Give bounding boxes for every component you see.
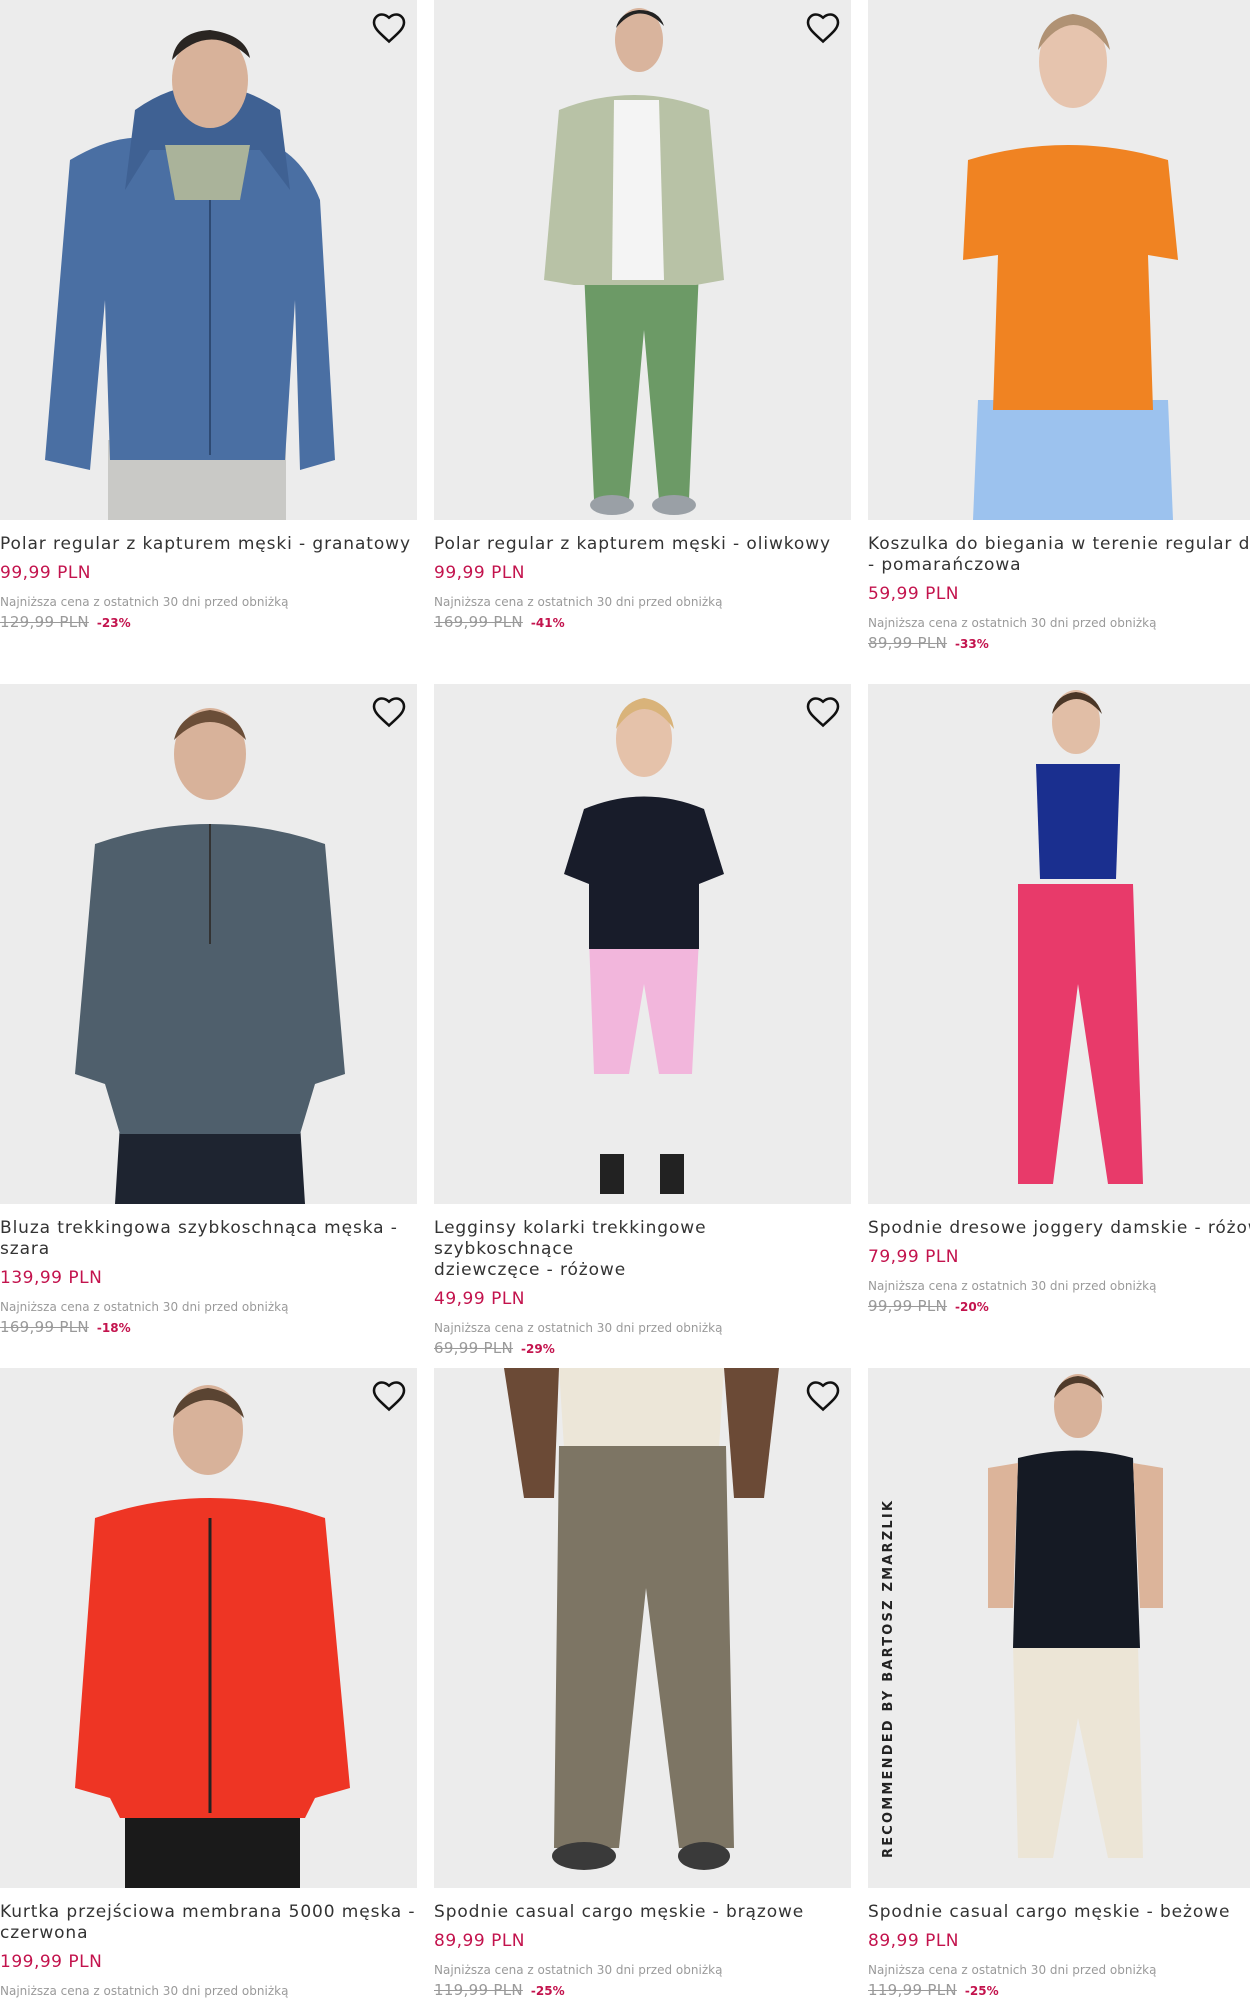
product-image[interactable] [434,1368,851,1888]
discount-badge: -23% [96,616,131,630]
product-title[interactable]: Spodnie dresowe joggery damskie - różowe [868,1218,1250,1239]
lowest-price-note: Najniższa cena z ostatnich 30 dni przed … [0,1984,289,1998]
discount-badge: -29% [521,1342,555,1356]
old-price: 99,99 PLN [868,1297,948,1315]
product-card[interactable]: Spodnie dresowe joggery damskie - różowe… [868,684,1250,1315]
lowest-price-note: Najniższa cena z ostatnich 30 dni przed … [868,1279,1157,1293]
product-image[interactable] [0,1368,417,1888]
product-card[interactable]: RECOMMENDED BY BARTOSZ ZMARZLIK Spodnie … [868,1368,1250,1999]
lowest-price-note: Najniższa cena z ostatnich 30 dni przed … [434,1321,723,1335]
product-price: 99,99 PLN [434,563,526,583]
product-card[interactable]: Spodnie casual cargo męskie - brązowe 89… [434,1368,851,1999]
heart-icon[interactable] [371,694,407,730]
product-title[interactable]: Polar regular z kapturem męski - oliwkow… [434,534,851,555]
recommended-label: RECOMMENDED BY BARTOSZ ZMARZLIK [881,1498,896,1858]
lowest-price-note: Najniższa cena z ostatnich 30 dni przed … [0,1300,289,1314]
lowest-price-note: Najniższa cena z ostatnich 30 dni przed … [434,595,723,609]
product-image[interactable] [868,684,1250,1204]
product-image[interactable] [434,0,851,520]
product-image[interactable] [868,0,1250,520]
product-card[interactable]: Koszulka do biegania w terenie regular d… [868,0,1250,652]
product-price: 199,99 PLN [0,1952,103,1972]
lowest-price-note: Najniższa cena z ostatnich 30 dni przed … [434,1963,723,1977]
product-card[interactable]: Polar regular z kapturem męski - oliwkow… [434,0,851,631]
product-image[interactable]: RECOMMENDED BY BARTOSZ ZMARZLIK [868,1368,1250,1888]
product-price: 99,99 PLN [0,563,92,583]
heart-icon[interactable] [805,10,841,46]
old-price: 69,99 PLN [434,1339,514,1357]
product-grid: Polar regular z kapturem męski - granato… [0,0,1250,2014]
product-title[interactable]: Spodnie casual cargo męskie - brązowe [434,1902,851,1923]
product-card[interactable]: Legginsy kolarki trekkingowe szybkoschną… [434,684,851,1357]
discount-badge: -41% [530,616,565,630]
lowest-price-note: Najniższa cena z ostatnich 30 dni przed … [0,595,289,609]
product-image[interactable] [434,684,851,1204]
old-price: 89,99 PLN [868,634,948,652]
product-image[interactable] [0,0,417,520]
product-title[interactable]: Legginsy kolarki trekkingowe szybkoschną… [434,1218,851,1281]
discount-badge: -20% [955,1300,989,1314]
product-title[interactable]: Bluza trekkingowa szybkoschnąca męska - … [0,1218,417,1260]
product-price: 89,99 PLN [434,1931,526,1951]
product-price: 89,99 PLN [868,1931,960,1951]
heart-icon[interactable] [371,1378,407,1414]
product-title[interactable]: Kurtka przejściowa membrana 5000 męska -… [0,1902,417,1944]
old-price: 169,99 PLN [434,613,523,631]
product-title[interactable]: Koszulka do biegania w terenie regular d… [868,534,1250,576]
product-price: 139,99 PLN [0,1268,103,1288]
lowest-price-note: Najniższa cena z ostatnich 30 dni przed … [868,1963,1157,1977]
discount-badge: -33% [955,637,989,651]
old-price: 119,99 PLN [868,1981,957,1999]
product-title[interactable]: Polar regular z kapturem męski - granato… [0,534,417,555]
old-price: 129,99 PLN [0,613,89,631]
heart-icon[interactable] [805,694,841,730]
lowest-price-note: Najniższa cena z ostatnich 30 dni przed … [868,616,1157,630]
product-price: 49,99 PLN [434,1289,526,1309]
discount-badge: -18% [96,1321,131,1335]
product-card[interactable]: Kurtka przejściowa membrana 5000 męska -… [0,1368,417,1998]
product-card[interactable]: Polar regular z kapturem męski - granato… [0,0,417,631]
product-image[interactable] [0,684,417,1204]
product-title[interactable]: Spodnie casual cargo męskie - beżowe [868,1902,1250,1923]
discount-badge: -25% [530,1984,565,1998]
old-price: 169,99 PLN [0,1318,89,1336]
heart-icon[interactable] [805,1378,841,1414]
old-price: 119,99 PLN [434,1981,523,1999]
discount-badge: -25% [964,1984,999,1998]
heart-icon[interactable] [371,10,407,46]
product-card[interactable]: Bluza trekkingowa szybkoschnąca męska - … [0,684,417,1336]
product-price: 79,99 PLN [868,1247,960,1267]
product-price: 59,99 PLN [868,584,960,604]
